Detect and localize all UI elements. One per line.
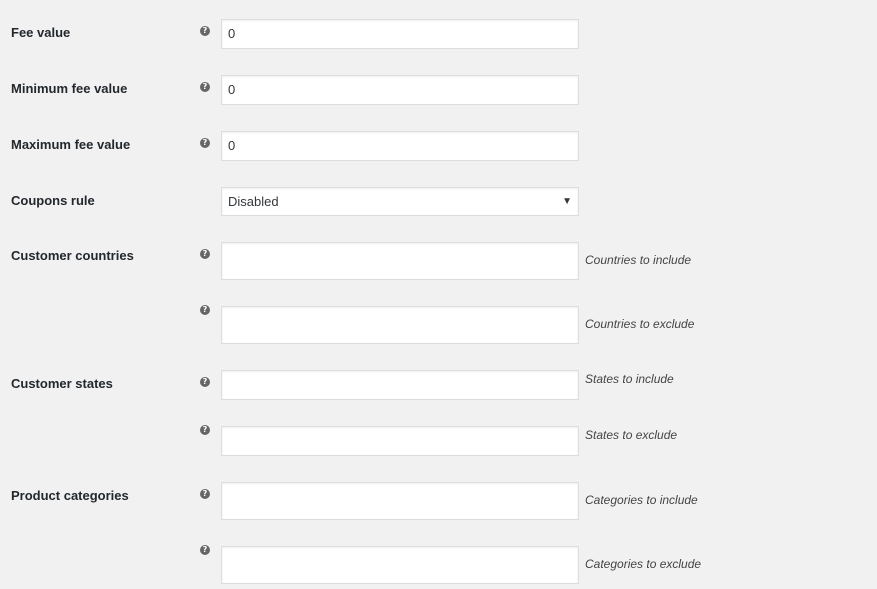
categories-include-field[interactable]: [221, 482, 579, 520]
chevron-down-icon: ▼: [562, 196, 572, 207]
states-exclude-hint: States to exclude: [585, 428, 678, 442]
countries-exclude-help-icon[interactable]: ?: [200, 305, 210, 315]
countries-include-field[interactable]: [221, 242, 579, 280]
states-include-hint: States to include: [585, 372, 674, 386]
fee-settings-form: Fee value ? 0 Minimum fee value ? 0 Maxi…: [0, 0, 877, 589]
maximum-fee-help-icon[interactable]: ?: [200, 138, 210, 148]
minimum-fee-help-icon[interactable]: ?: [200, 82, 210, 92]
coupons-rule-selected-value: Disabled: [228, 194, 279, 209]
countries-include-hint: Countries to include: [585, 253, 692, 267]
states-exclude-field[interactable]: [221, 426, 579, 456]
maximum-fee-label: Maximum fee value: [11, 137, 131, 152]
countries-exclude-field[interactable]: [221, 306, 579, 344]
states-include-help-icon[interactable]: ?: [200, 377, 210, 387]
minimum-fee-input[interactable]: 0: [221, 75, 579, 105]
customer-states-label: Customer states: [11, 376, 113, 391]
states-exclude-help-icon[interactable]: ?: [200, 425, 210, 435]
countries-include-help-icon[interactable]: ?: [200, 249, 210, 259]
coupons-rule-select[interactable]: Disabled ▼: [221, 187, 579, 216]
fee-value-help-icon[interactable]: ?: [200, 26, 210, 36]
categories-include-help-icon[interactable]: ?: [200, 489, 210, 499]
fee-value-input[interactable]: 0: [221, 19, 579, 49]
categories-include-hint: Categories to include: [585, 493, 698, 507]
minimum-fee-label: Minimum fee value: [11, 81, 128, 96]
categories-exclude-hint: Categories to exclude: [585, 557, 702, 571]
states-include-field[interactable]: [221, 370, 579, 400]
categories-exclude-field[interactable]: [221, 546, 579, 584]
customer-countries-label: Customer countries: [11, 248, 134, 263]
countries-exclude-hint: Countries to exclude: [585, 317, 695, 331]
fee-value-label: Fee value: [11, 25, 71, 40]
maximum-fee-input[interactable]: 0: [221, 131, 579, 161]
product-categories-label: Product categories: [11, 488, 129, 503]
categories-exclude-help-icon[interactable]: ?: [200, 545, 210, 555]
coupons-rule-label: Coupons rule: [11, 193, 95, 208]
